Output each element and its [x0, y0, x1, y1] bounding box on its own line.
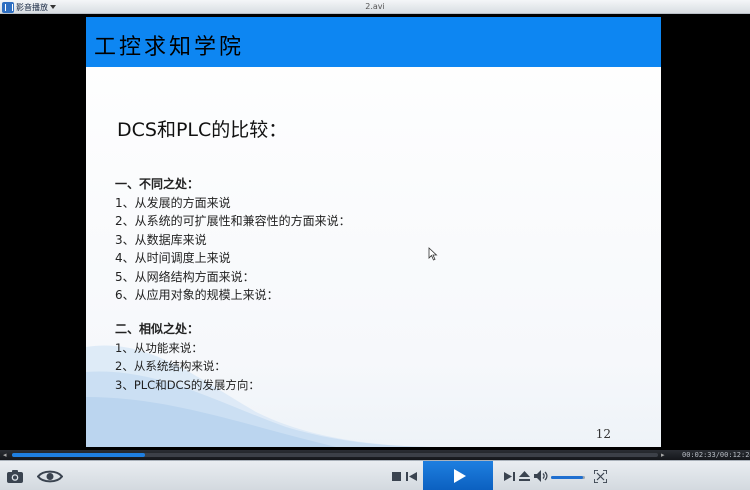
slide-header-title: 工控求知学院 [94, 35, 245, 60]
section-title: 一、不同之处： [115, 177, 200, 191]
seek-bar[interactable] [12, 453, 658, 457]
time-display: 00:02:33/00:12:24 [682, 451, 750, 459]
volume-icon [534, 470, 548, 482]
play-button[interactable] [423, 461, 493, 490]
list-item: 2、从系统的可扩展性和兼容性的方面来说： [115, 214, 351, 228]
section-title: 二、相似之处： [115, 322, 200, 336]
next-button[interactable] [503, 471, 515, 481]
list-item: 5、从网络结构方面来说： [115, 269, 255, 284]
previous-button[interactable] [405, 471, 417, 481]
screenshot-button[interactable] [6, 468, 24, 484]
fullscreen-icon [593, 469, 607, 483]
slide-page-number: 12 [595, 427, 611, 441]
volume-slider[interactable] [551, 476, 585, 479]
list-item: 4、从时间调度上来说 [115, 251, 231, 265]
eject-icon [518, 470, 530, 481]
skip-forward-icon [503, 471, 515, 481]
open-file-button[interactable] [518, 470, 530, 481]
seek-forward-arrow-icon[interactable]: ▸ [661, 451, 665, 459]
list-item: 2、从系统结构来说： [115, 359, 226, 373]
progress-row: ◂ ▸ 00:02:33/00:12:24 [0, 450, 750, 460]
play-icon [454, 469, 466, 483]
stop-button[interactable] [391, 471, 401, 481]
stop-icon [391, 471, 401, 481]
list-item: 1、从发展的方面来说 [115, 195, 231, 210]
view-mode-button[interactable] [37, 469, 63, 483]
section-similarities: 二、相似之处： 1、从功能来说： 2、从系统结构来说： 3、PLC和DCS的发展… [115, 320, 260, 394]
title-bar: 影音播放 2.avi [0, 0, 750, 14]
window-title: 2.avi [365, 2, 385, 11]
presentation-slide: 工控求知学院 DCS和PLC的比较： 一、不同之处： 1、从发展的方面来说 2、… [86, 17, 661, 447]
list-item: 3、PLC和DCS的发展方向： [115, 377, 260, 392]
slide-heading: DCS和PLC的比较： [117, 119, 288, 141]
control-bar [0, 460, 750, 490]
video-area[interactable]: 工控求知学院 DCS和PLC的比较： 一、不同之处： 1、从发展的方面来说 2、… [0, 14, 750, 450]
mouse-cursor-icon [428, 247, 438, 261]
list-item: 6、从应用对象的规模上来说： [115, 288, 279, 302]
eye-icon [37, 470, 63, 482]
fullscreen-button[interactable] [593, 469, 607, 483]
section-differences: 一、不同之处： 1、从发展的方面来说 2、从系统的可扩展性和兼容性的方面来说： … [115, 175, 351, 305]
seek-back-arrow-icon[interactable]: ◂ [3, 451, 7, 459]
list-item: 3、从数据库来说 [115, 232, 207, 247]
seek-bar-fill [12, 453, 146, 457]
mute-button[interactable] [534, 470, 548, 482]
slide-header-banner: 工控求知学院 [86, 17, 661, 67]
skip-back-icon [405, 471, 417, 481]
camera-icon [7, 469, 23, 483]
list-item: 1、从功能来说： [115, 340, 203, 355]
volume-slider-fill [551, 476, 584, 479]
